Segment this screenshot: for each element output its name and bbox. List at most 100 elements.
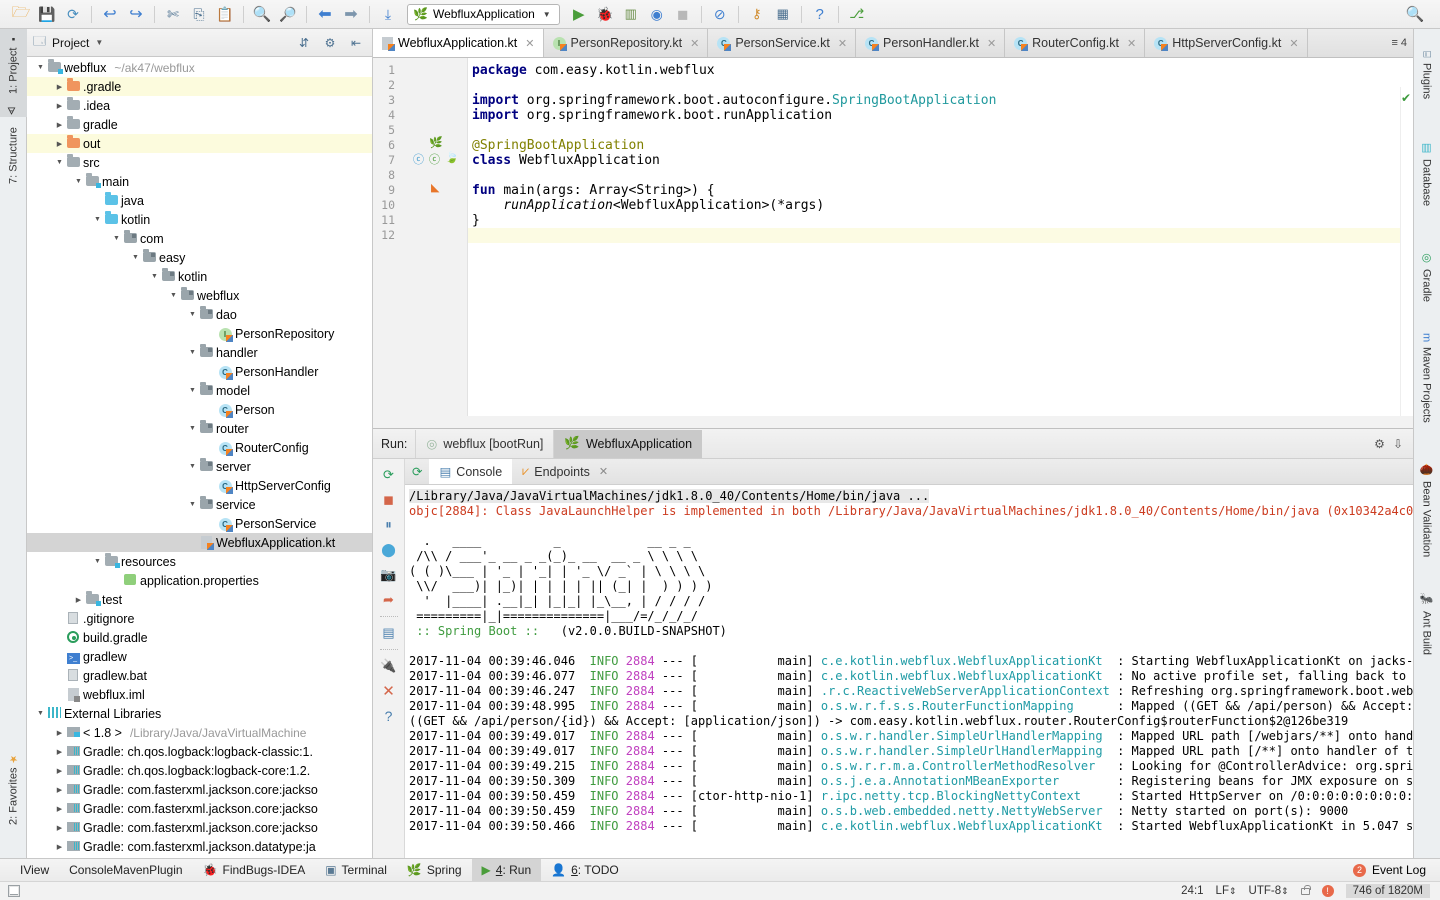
sidebar-item-ant-build[interactable]: 🐜 Ant Build	[1413, 589, 1440, 665]
sync-icon[interactable]: ⟳	[60, 2, 86, 26]
sidebar-item-project[interactable]: 1: Project ▪	[0, 29, 27, 117]
tree-node-easy[interactable]: ▼easy	[27, 248, 372, 267]
tree-node-gradle-ch-qos-logback-logback-classic-1[interactable]: ▶Gradle: ch.qos.logback:logback-classic:…	[27, 742, 372, 761]
sidebar-item-gradle[interactable]: ◎ Gradle	[1413, 247, 1440, 321]
tree-expander[interactable]: ▶	[54, 102, 65, 110]
lock-icon[interactable]	[1301, 888, 1310, 895]
close-icon[interactable]: ✕	[987, 37, 996, 50]
sidebar-item-database[interactable]: ▥ Database	[1413, 137, 1440, 229]
debug-icon[interactable]: 🐞	[592, 2, 618, 26]
stop-icon[interactable]: ◼	[376, 488, 402, 512]
tree-node-application-properties[interactable]: application.properties	[27, 571, 372, 590]
coverage-icon[interactable]: ▥	[618, 2, 644, 26]
todo-toggle-icon[interactable]	[8, 885, 20, 897]
paste-icon[interactable]: 📋	[212, 2, 238, 26]
bottom-bar-item-6-todo[interactable]: 👤6: TODO	[541, 859, 629, 882]
file-encoding[interactable]: UTF-8⇕	[1249, 885, 1289, 897]
tree-node-gradle-com-fasterxml-jackson-core-jackso[interactable]: ▶Gradle: com.fasterxml.jackson.core:jack…	[27, 818, 372, 837]
tree-expander[interactable]: ▼	[35, 710, 46, 717]
cut-icon[interactable]: ✄	[160, 2, 186, 26]
run-tab-bootrun[interactable]: ◎ webflux [bootRun]	[415, 430, 553, 458]
close-icon[interactable]: ✕	[599, 465, 608, 478]
tree-expander[interactable]: ▼	[187, 501, 198, 508]
tree-expander[interactable]: ▶	[54, 843, 65, 851]
tree-node-gitignore[interactable]: .gitignore	[27, 609, 372, 628]
bottom-bar-item-consolemavenplugin[interactable]: ConsoleMavenPlugin	[59, 859, 192, 882]
editor-tab-personhandler[interactable]: CPersonHandler.kt✕	[856, 29, 1005, 57]
editor-tab-webfluxapplication[interactable]: WebfluxApplication.kt✕	[373, 29, 544, 57]
forward-icon[interactable]: ➡	[338, 2, 364, 26]
tree-node-out[interactable]: ▶out	[27, 134, 372, 153]
rerun-icon[interactable]: ⟳	[412, 464, 422, 479]
editor-tabs-overflow[interactable]: ≡4	[1391, 29, 1413, 57]
tree-expander[interactable]: ▼	[187, 387, 198, 394]
console-side-rerun[interactable]: ⟳	[405, 459, 429, 484]
layout-icon[interactable]: ▤	[376, 621, 402, 645]
class-marker-icon[interactable]: ⓒ	[413, 151, 424, 167]
editor-tab-routerconfig[interactable]: CRouterConfig.kt✕	[1005, 29, 1145, 57]
replace-icon[interactable]: 🔎	[275, 2, 301, 26]
tree-expander[interactable]: ▼	[187, 311, 198, 318]
undo-icon[interactable]: ↩	[97, 2, 123, 26]
tree-node-gradlew-bat[interactable]: gradlew.bat	[27, 666, 372, 685]
minimize-icon[interactable]: ⇩	[1393, 437, 1403, 451]
tree-expander[interactable]: ▼	[130, 254, 141, 261]
export-icon[interactable]: ➦	[376, 588, 402, 612]
settings-sync-icon[interactable]: ⚷	[744, 2, 770, 26]
bottom-bar-item-4-run[interactable]: ▶4: Run	[472, 859, 542, 882]
tree-expander[interactable]: ▼	[54, 159, 65, 166]
tree-expander[interactable]: ▶	[54, 748, 65, 756]
compile-icon[interactable]: ⤓	[375, 2, 401, 26]
tree-node-kotlin[interactable]: ▼kotlin	[27, 267, 372, 286]
tree-expander[interactable]: ▶	[54, 824, 65, 832]
tree-expander[interactable]: ▼	[111, 235, 122, 242]
tree-expander[interactable]: ▶	[54, 729, 65, 737]
settings-gear-icon[interactable]: ⚙	[1374, 437, 1385, 451]
help-icon[interactable]: ?	[807, 2, 833, 26]
close-icon[interactable]: ✕	[1127, 37, 1136, 50]
project-tree[interactable]: ▼webflux~/ak47/webflux▶.gradle▶.idea▶gra…	[27, 57, 372, 858]
editor-gutter[interactable]: 🌿 ⓒ ⓒ 🍃 ◣ 123456789101112	[373, 58, 468, 416]
sidebar-item-structure[interactable]: 7: Structure 🜁	[0, 119, 27, 219]
tree-node-build-gradle[interactable]: build.gradle	[27, 628, 372, 647]
run-icon[interactable]: ▶	[566, 2, 592, 26]
open-folder-icon[interactable]: 🗁	[8, 2, 34, 26]
tree-node-webfluxapplication-kt[interactable]: WebfluxApplication.kt	[27, 533, 372, 552]
tree-expander[interactable]: ▼	[187, 425, 198, 432]
collapse-all-icon[interactable]: ⇵	[294, 36, 314, 50]
tree-node-webflux-iml[interactable]: webflux.iml	[27, 685, 372, 704]
tree-node-gradle-ch-qos-logback-logback-core-1-2[interactable]: ▶Gradle: ch.qos.logback:logback-core:1.2…	[27, 761, 372, 780]
tree-expander[interactable]: ▼	[168, 292, 179, 299]
tree-expander[interactable]: ▼	[187, 463, 198, 470]
warning-icon[interactable]: !	[1322, 885, 1334, 897]
find-icon[interactable]: 🔍	[249, 2, 275, 26]
stop-icon[interactable]: ◼	[670, 2, 696, 26]
close-icon[interactable]: ✕	[525, 37, 534, 50]
tree-node-resources[interactable]: ▼resources	[27, 552, 372, 571]
tree-node-httpserverconfig[interactable]: CHttpServerConfig	[27, 476, 372, 495]
event-log-button[interactable]: 2Event Log	[1353, 863, 1440, 877]
editor-tab-httpserverconfig[interactable]: CHttpServerConfig.kt✕	[1145, 29, 1307, 57]
code-editor[interactable]: 🌿 ⓒ ⓒ 🍃 ◣ 123456789101112 package com.ea…	[373, 58, 1413, 416]
tree-expander[interactable]: ▼	[35, 64, 46, 71]
tree-expander[interactable]: ▶	[54, 805, 65, 813]
tree-node-router[interactable]: ▼router	[27, 419, 372, 438]
close-icon[interactable]: ✕	[838, 37, 847, 50]
sidebar-item-favorites[interactable]: 2: Favorites ★	[0, 749, 27, 849]
sidebar-item-plugins[interactable]: ⌸ Plugins	[1413, 47, 1440, 121]
tree-node-1-8[interactable]: ▶< 1.8 >/Library/Java/JavaVirtualMachine	[27, 723, 372, 742]
tree-node-main[interactable]: ▼main	[27, 172, 372, 191]
close-icon[interactable]: ✕	[690, 37, 699, 50]
tree-node-external-libraries[interactable]: ▼External Libraries	[27, 704, 372, 723]
tree-expander[interactable]: ▼	[92, 558, 103, 565]
help-icon[interactable]: ?	[376, 704, 402, 728]
bottom-tool-window-bar[interactable]: IViewConsoleMavenPlugin🐞FindBugs-IDEA▣Te…	[0, 858, 1440, 881]
editor-tab-personservice[interactable]: CPersonService.kt✕	[708, 29, 856, 57]
editor-right-gutter[interactable]: ✔	[1400, 87, 1413, 416]
sidebar-item-bean-validation[interactable]: 🌰 Bean Validation	[1413, 459, 1440, 581]
tree-node-routerconfig[interactable]: CRouterConfig	[27, 438, 372, 457]
tree-node-gradle[interactable]: ▶.gradle	[27, 77, 372, 96]
vcs-icon[interactable]: ⎇	[844, 2, 870, 26]
code-content[interactable]: package com.easy.kotlin.webflux import o…	[468, 58, 1413, 416]
tab-list-icon[interactable]: ≡	[1391, 37, 1397, 49]
